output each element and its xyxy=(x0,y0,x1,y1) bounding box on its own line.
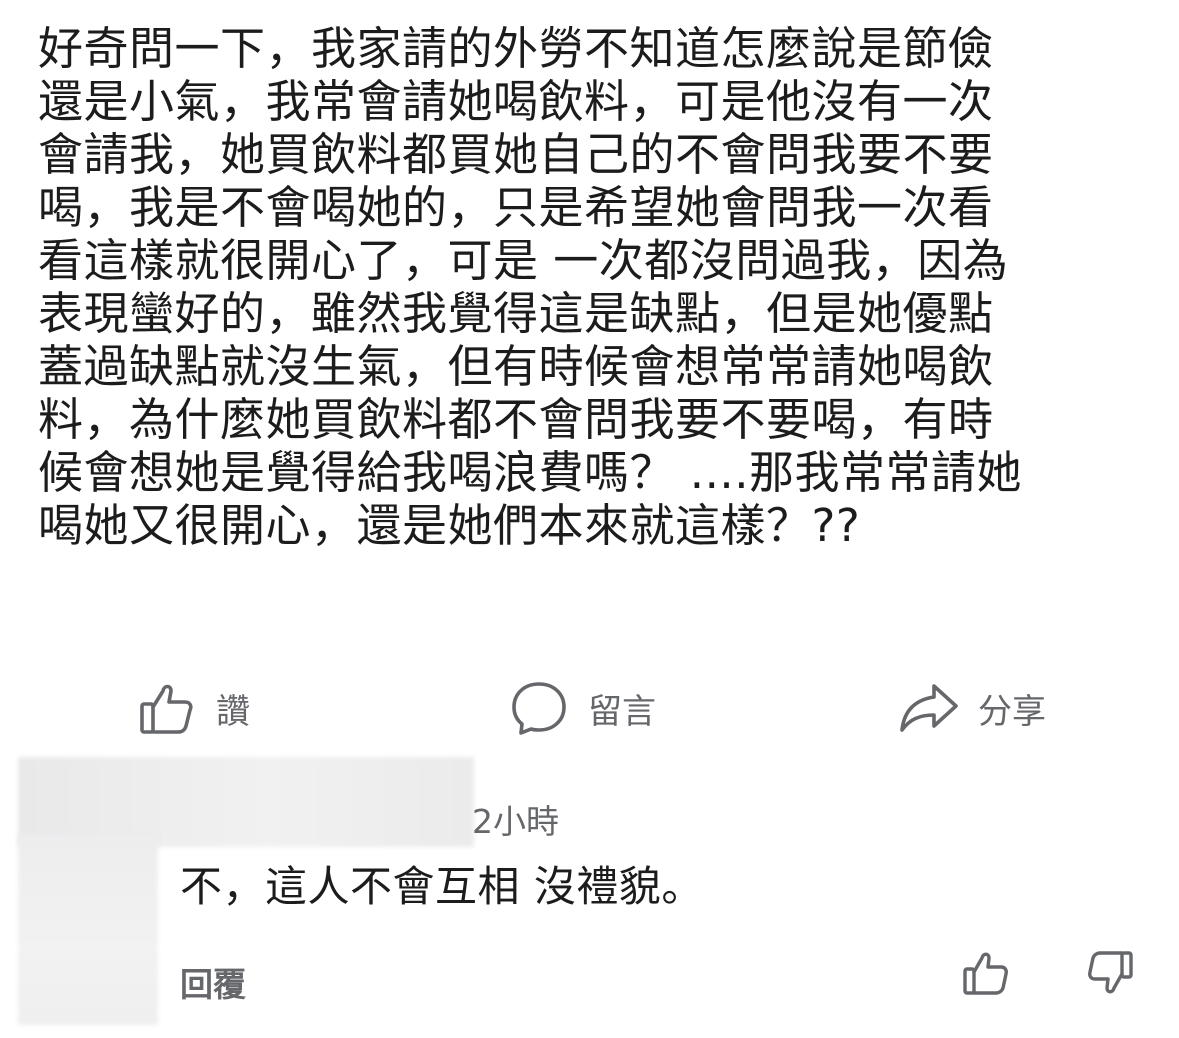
post-text-line: 蓋過缺點就沒生氣，但有時候會想常常請她喝飲 xyxy=(38,340,994,393)
comment-downvote-button[interactable] xyxy=(1080,945,1140,1005)
speech-bubble-icon xyxy=(508,677,570,739)
comment-text: 不，這人不會互相 沒禮貌。 xyxy=(180,862,704,911)
thumbs-down-icon xyxy=(1085,948,1135,1002)
thumbs-up-icon xyxy=(136,677,198,739)
post-action-bar: 讚 留言 分享 xyxy=(0,672,1179,744)
comment-timestamp: 2小時 xyxy=(472,802,559,841)
share-button[interactable]: 分享 xyxy=(898,672,1046,744)
post-text-line: 表現蠻好的，雖然我覺得這是缺點，但是她優點 xyxy=(38,287,994,340)
blurred-commenter-name xyxy=(18,757,474,847)
post-text-line: 會請我，她買飲料都買她自己的不會問我要不要 xyxy=(38,128,994,181)
share-label: 分享 xyxy=(978,691,1046,732)
blurred-avatar xyxy=(18,835,158,1025)
like-button[interactable]: 讚 xyxy=(136,672,250,744)
thumbs-up-icon xyxy=(961,948,1011,1002)
post-text-line: 好奇問一下，我家請的外勞不知道怎麼說是節儉 xyxy=(38,22,994,75)
like-label: 讚 xyxy=(216,691,250,732)
comment-button[interactable]: 留言 xyxy=(508,672,656,744)
post-text-line: 料，為什麼她買飲料都不會問我要不要喝，有時 xyxy=(38,393,994,446)
comment-label: 留言 xyxy=(588,691,656,732)
post-text-line: 喝她又很開心，還是她們本來就這樣？?? xyxy=(38,499,861,552)
post-text-line: 看這樣就很開心了，可是 一次都沒問過我，因為 xyxy=(38,234,1009,287)
post-text-line: 還是小氣，我常會請她喝飲料，可是他沒有一次 xyxy=(38,75,994,128)
post-body: 好奇問一下，我家請的外勞不知道怎麼說是節儉 還是小氣，我常會請她喝飲料，可是他沒… xyxy=(38,22,1148,552)
comment: 2小時 不，這人不會互相 沒禮貌。 回覆 xyxy=(0,755,1179,1038)
post-text-line: 候會想她是覺得給我喝浪費嗎？ ....那我常常請她 xyxy=(38,446,1023,499)
share-arrow-icon xyxy=(898,677,960,739)
comment-upvote-button[interactable] xyxy=(956,945,1016,1005)
reply-button[interactable]: 回覆 xyxy=(180,958,246,1006)
post-text-line: 喝，我是不會喝她的，只是希望她會問我一次看 xyxy=(38,181,994,234)
